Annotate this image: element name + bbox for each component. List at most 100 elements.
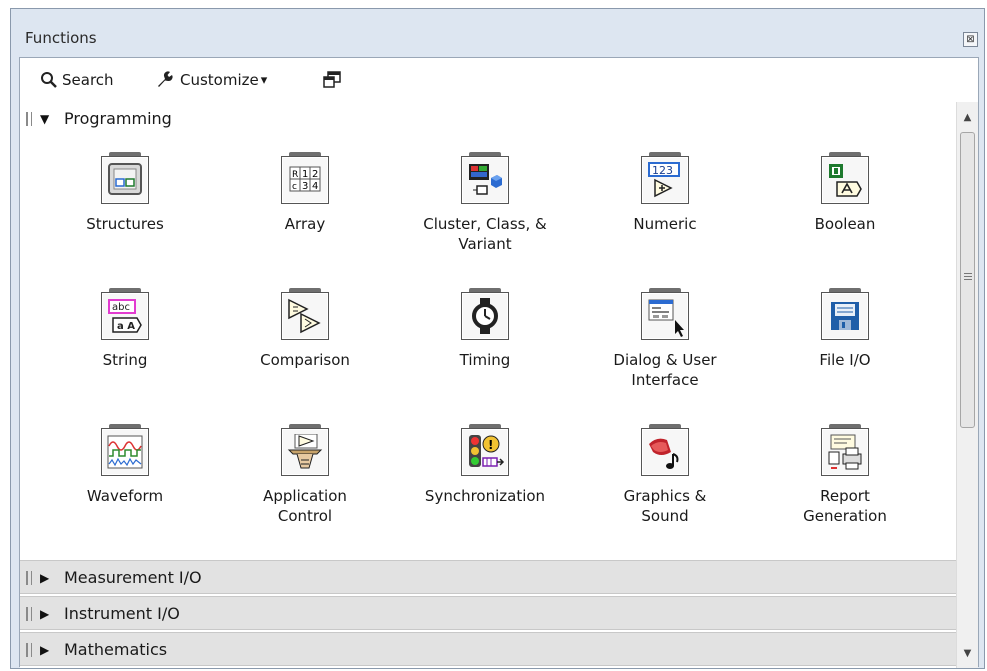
item-label-line-1: Cluster, Class, & bbox=[423, 215, 547, 233]
item-label-line-1: Report bbox=[820, 487, 870, 505]
floppy-disk-icon bbox=[831, 302, 859, 330]
string-value: abc bbox=[112, 302, 130, 313]
palette-item-comparison[interactable]: Comparison bbox=[220, 288, 390, 370]
search-label: Search bbox=[62, 71, 114, 89]
svg-text:R: R bbox=[292, 170, 298, 180]
drag-handle-icon[interactable] bbox=[26, 643, 32, 657]
svg-text:c: c bbox=[292, 182, 297, 192]
item-label-line-2: Sound bbox=[641, 507, 689, 525]
palette-toolbar: Search Customize ▾ bbox=[20, 58, 978, 102]
dialog-icon bbox=[648, 299, 684, 337]
palette-item-boolean[interactable]: Boolean bbox=[760, 152, 930, 234]
item-label: Report Generation bbox=[760, 486, 930, 526]
item-label: String bbox=[102, 351, 148, 369]
close-button[interactable]: ⊠ bbox=[963, 32, 978, 47]
palette-item-application-control[interactable]: Application Control bbox=[220, 424, 390, 526]
svg-text:!: ! bbox=[488, 438, 493, 452]
category-label: Programming bbox=[64, 109, 172, 128]
palette-item-numeric[interactable]: 123 Numeric bbox=[580, 152, 750, 234]
palette-item-structures[interactable]: Structures bbox=[40, 152, 210, 234]
category-instrument-io[interactable]: ▶ Instrument I/O bbox=[20, 596, 958, 630]
triangle-right-icon: ▶ bbox=[40, 607, 50, 621]
drag-handle-icon[interactable] bbox=[26, 112, 32, 126]
item-label: Timing bbox=[459, 351, 511, 369]
palette-item-waveform[interactable]: Waveform bbox=[40, 424, 210, 506]
item-label: Numeric bbox=[633, 215, 697, 233]
functions-palette-window: Functions ⊠ Search Customize ▾ ▼ Program… bbox=[10, 8, 985, 669]
svg-text:2: 2 bbox=[312, 169, 318, 180]
item-label-line-1: Application bbox=[263, 487, 347, 505]
item-label: Graphics & Sound bbox=[580, 486, 750, 526]
search-icon bbox=[41, 72, 57, 88]
title-bar[interactable]: Functions ⊠ bbox=[11, 9, 984, 57]
item-label-line-2: Control bbox=[277, 507, 333, 525]
item-label: Comparison bbox=[260, 351, 350, 369]
window-title: Functions bbox=[25, 29, 97, 47]
scroll-up-icon[interactable]: ▲ bbox=[957, 108, 978, 128]
boolean-icon bbox=[829, 164, 862, 197]
palette-item-cluster-class-variant[interactable]: Cluster, Class, & Variant bbox=[400, 152, 570, 254]
category-programming[interactable]: ▼ Programming bbox=[20, 102, 958, 136]
category-label: Measurement I/O bbox=[64, 568, 202, 587]
category-measurement-io[interactable]: ▶ Measurement I/O bbox=[20, 560, 958, 594]
numeric-icon: 123 bbox=[648, 162, 680, 198]
triangle-down-icon: ▼ bbox=[40, 112, 50, 126]
array-icon: R 1 2 c 3 4 bbox=[289, 166, 321, 192]
item-label: Boolean bbox=[814, 215, 876, 233]
palette-item-array[interactable]: R 1 2 c 3 4 Array bbox=[220, 152, 390, 234]
palette-item-file-io[interactable]: File I/O bbox=[760, 288, 930, 370]
item-label: Cluster, Class, & Variant bbox=[400, 214, 570, 254]
palette-window-icon bbox=[323, 71, 341, 88]
triangle-right-icon: ▶ bbox=[40, 571, 50, 585]
palette-panel: Search Customize ▾ ▼ Programming Structu… bbox=[19, 57, 979, 668]
numeric-value: 123 bbox=[652, 164, 673, 177]
svg-text:3: 3 bbox=[302, 181, 308, 192]
palette-item-report-generation[interactable]: Report Generation bbox=[760, 424, 930, 526]
comparison-icon bbox=[288, 298, 321, 334]
category-label: Instrument I/O bbox=[64, 604, 180, 623]
string-icon: abc a A bbox=[108, 299, 142, 333]
item-label: Dialog & User Interface bbox=[580, 350, 750, 390]
vertical-scrollbar[interactable]: ▲ ▼ bbox=[956, 102, 978, 668]
palette-item-timing[interactable]: Timing bbox=[400, 288, 570, 370]
cluster-icon bbox=[469, 164, 502, 195]
synchronization-icon: ! bbox=[469, 435, 505, 467]
item-label-line-1: Dialog & User bbox=[613, 351, 717, 369]
item-label: Structures bbox=[86, 215, 164, 233]
search-button[interactable]: Search bbox=[40, 68, 114, 92]
graphics-sound-icon bbox=[649, 438, 679, 469]
item-label: Synchronization bbox=[424, 487, 546, 505]
app-control-icon bbox=[287, 434, 323, 469]
wrench-icon bbox=[158, 71, 173, 87]
item-label-line-2: Variant bbox=[458, 235, 512, 253]
palette-item-dialog-user-interface[interactable]: Dialog & User Interface bbox=[580, 288, 750, 390]
watch-icon bbox=[472, 298, 498, 334]
item-label: Array bbox=[284, 215, 326, 233]
report-icon bbox=[828, 434, 862, 470]
string-sub: a A bbox=[117, 321, 135, 332]
structures-icon bbox=[108, 163, 142, 195]
item-label: File I/O bbox=[819, 351, 871, 369]
palette-scroll-area: ▼ Programming Structures R 1 2 c 3 4 Arr… bbox=[20, 102, 958, 668]
triangle-right-icon: ▶ bbox=[40, 643, 50, 657]
chevron-down-icon: ▾ bbox=[260, 72, 268, 88]
drag-handle-icon[interactable] bbox=[26, 607, 32, 621]
palette-item-synchronization[interactable]: ! Synchronization bbox=[400, 424, 570, 506]
category-label: Mathematics bbox=[64, 640, 168, 659]
item-label: Application Control bbox=[220, 486, 390, 526]
customize-label: Customize bbox=[180, 71, 259, 89]
item-label-line-1: Graphics & bbox=[623, 487, 707, 505]
scrollbar-thumb[interactable] bbox=[960, 132, 975, 428]
palette-item-string[interactable]: abc a A String bbox=[40, 288, 210, 370]
svg-text:4: 4 bbox=[312, 181, 318, 192]
svg-text:1: 1 bbox=[302, 169, 308, 180]
scroll-down-icon[interactable]: ▼ bbox=[957, 644, 978, 664]
restore-palette-button[interactable] bbox=[322, 68, 342, 92]
customize-button[interactable]: Customize ▾ bbox=[156, 68, 267, 92]
drag-handle-icon[interactable] bbox=[26, 571, 32, 585]
palette-item-graphics-sound[interactable]: Graphics & Sound bbox=[580, 424, 750, 526]
item-label-line-2: Generation bbox=[803, 507, 887, 525]
category-mathematics[interactable]: ▶ Mathematics bbox=[20, 632, 958, 666]
waveform-icon bbox=[107, 435, 143, 469]
item-label: Waveform bbox=[86, 487, 164, 505]
